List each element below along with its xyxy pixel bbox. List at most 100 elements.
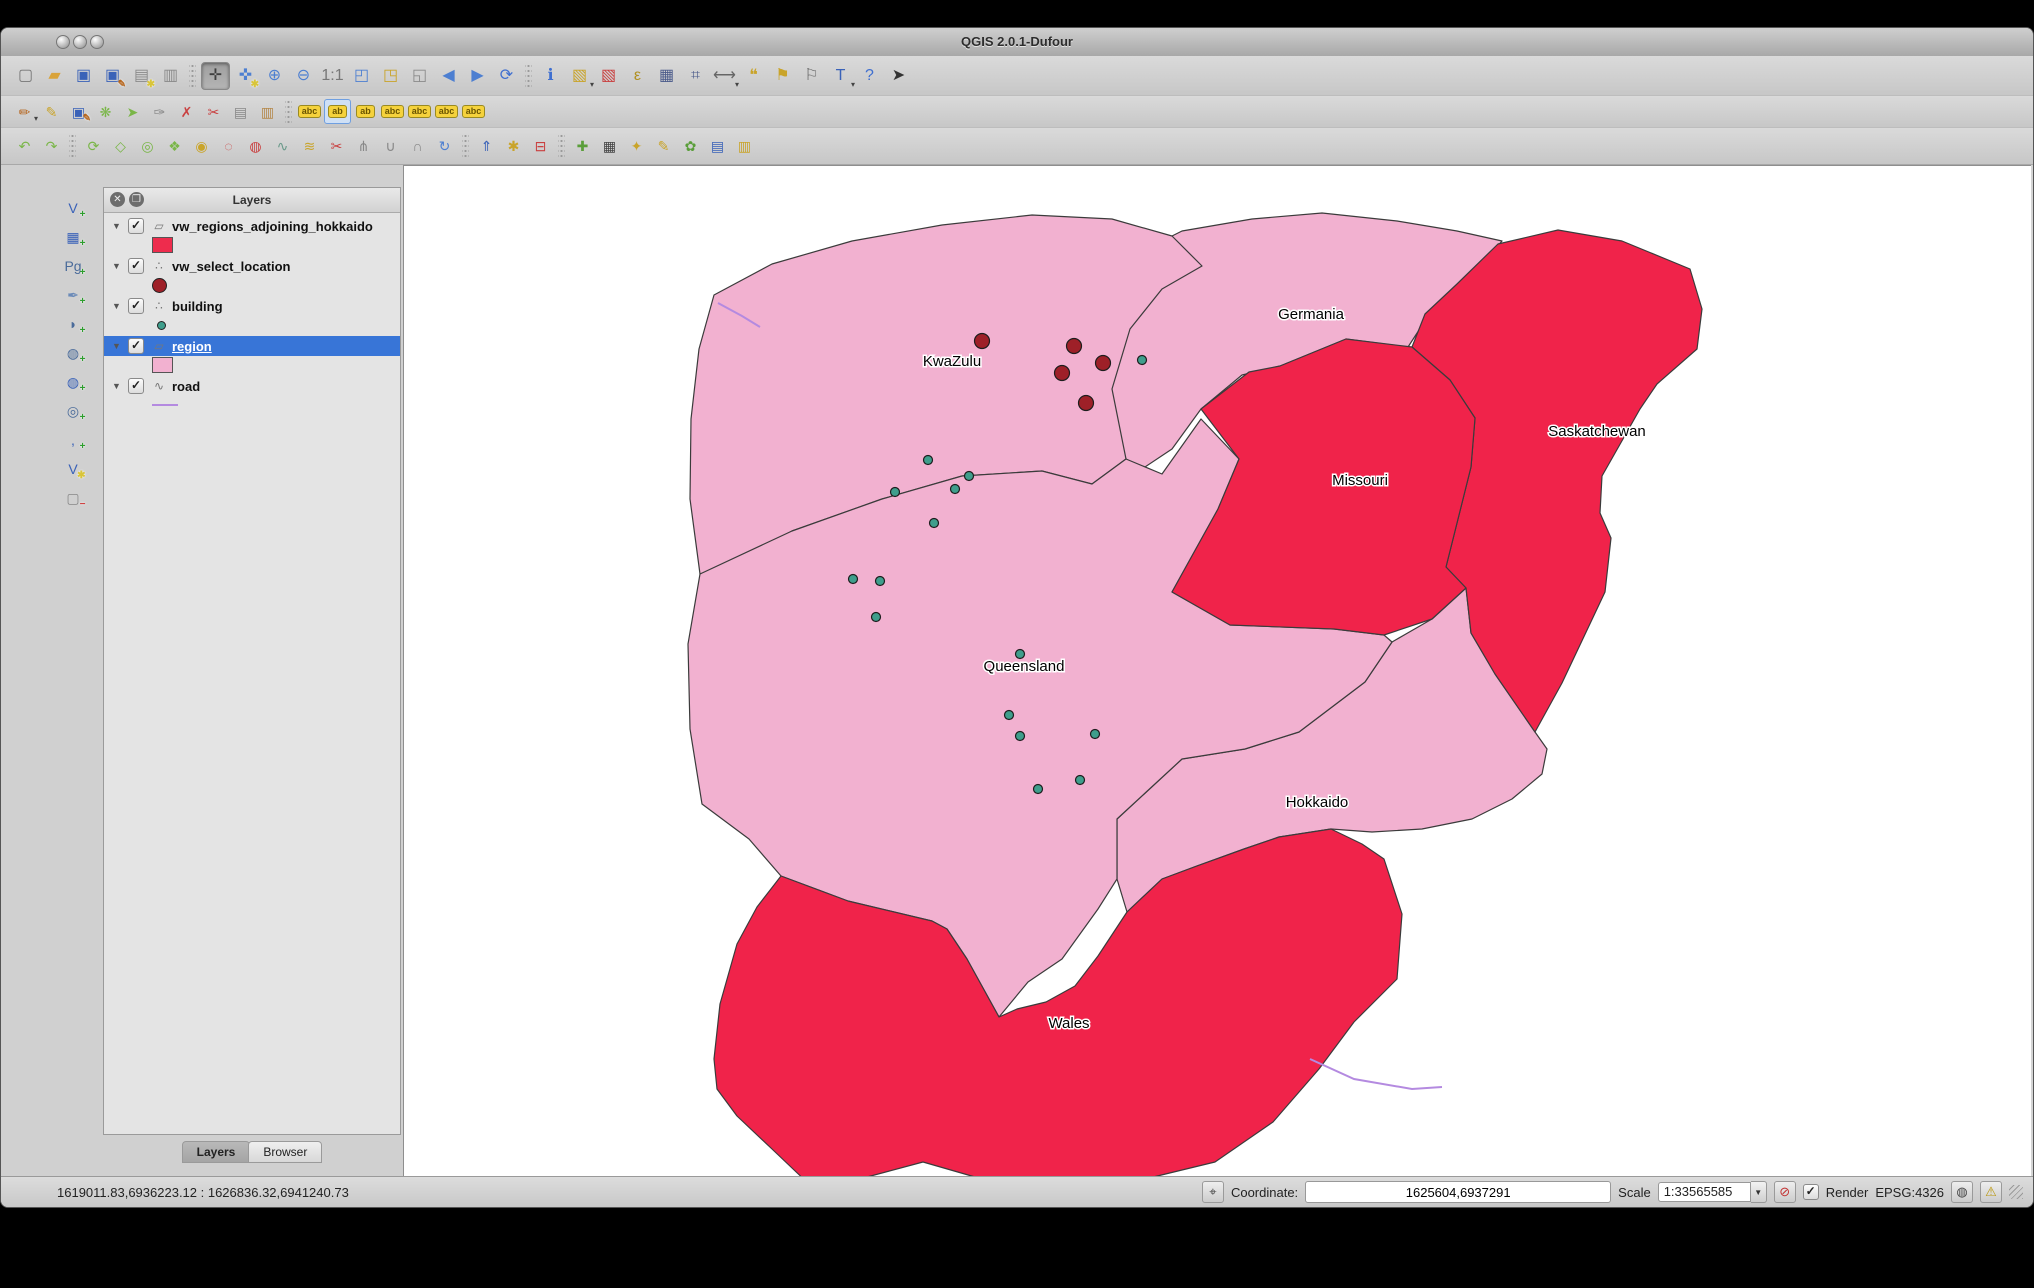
add-raster-layer-button[interactable]: ▦ + — [61, 225, 85, 250]
building-point[interactable] — [1014, 730, 1026, 742]
import-vector-tool-button[interactable]: ✚ — [570, 135, 595, 158]
db-drop-table-button[interactable]: ⊟ — [528, 135, 553, 158]
select-location-point[interactable] — [1065, 337, 1083, 355]
save-layer-edits-button[interactable]: ▣ ✎ — [66, 100, 91, 125]
open-attribute-table-button[interactable]: ▦ — [653, 63, 680, 89]
render-checkbox[interactable]: ✓ — [1802, 1184, 1819, 1200]
crs-status-globe-icon[interactable]: ◍ — [1951, 1181, 1973, 1203]
add-delimited-text-layer-button[interactable]: , + — [61, 428, 85, 453]
layer-row-building[interactable]: ▼ ✓ ∴ building — [104, 296, 400, 316]
building-point[interactable] — [874, 575, 886, 587]
fill-ring-button[interactable]: ◉ — [189, 135, 214, 158]
building-point[interactable] — [949, 483, 961, 495]
stop-rendering-icon[interactable]: ⊘ — [1773, 1181, 1796, 1203]
add-feature-button[interactable]: ❋ — [93, 100, 118, 123]
tab-layers[interactable]: Layers — [181, 1141, 251, 1163]
rotate-point-symbols-button[interactable]: ↻ — [432, 135, 457, 158]
new-vector-tool-button[interactable]: ✦ — [624, 135, 649, 158]
paste-features-button[interactable]: ▥ — [255, 100, 280, 123]
add-mssql-layer-button[interactable]: ◗ + — [61, 312, 86, 337]
layer-visibility-checkbox[interactable]: ✓ — [128, 378, 144, 394]
delete-part-button[interactable]: ◍ — [243, 135, 268, 158]
building-point[interactable] — [1032, 783, 1044, 795]
building-point[interactable] — [928, 517, 940, 529]
composer-manager-button[interactable]: ▥ — [157, 63, 184, 89]
select-location-point[interactable] — [973, 332, 991, 350]
deselect-all-button[interactable]: ▧ — [595, 63, 622, 89]
expander-triangle-icon[interactable]: ▼ — [112, 341, 122, 351]
merge-features-button[interactable]: ∪ — [378, 135, 403, 158]
scale-combo[interactable]: 1:33565585 ▼ — [1657, 1181, 1767, 1203]
pan-map-button[interactable]: ✛ — [201, 61, 230, 90]
db-import-layer-button[interactable]: ⇑ — [474, 135, 499, 158]
processing-toolbox-button[interactable]: ▤ — [705, 135, 730, 158]
select-by-expression-button[interactable]: ε — [624, 63, 651, 89]
whats-this-button[interactable]: ➤ — [885, 63, 912, 89]
pan-to-selection-button[interactable]: ✜ ✱ — [232, 63, 259, 90]
python-console-button[interactable]: ▥ — [732, 135, 757, 158]
select-location-point[interactable] — [1053, 364, 1071, 382]
building-point[interactable] — [963, 470, 975, 482]
help-button[interactable]: ? — [856, 63, 883, 89]
symbology-swatch[interactable] — [152, 237, 173, 253]
db-new-table-button[interactable]: ✱ — [501, 135, 526, 158]
change-label-button[interactable]: abc — [461, 100, 486, 123]
merge-attributes-button[interactable]: ∩ — [405, 135, 430, 158]
add-spatialite-layer-button[interactable]: ✒ + — [61, 283, 85, 308]
layer-visibility-checkbox[interactable]: ✓ — [128, 338, 144, 354]
current-edits-button[interactable]: ✏ ▾ — [12, 100, 38, 124]
save-project-button[interactable]: ▣ — [70, 63, 97, 89]
simplify-feature-button[interactable]: ◇ — [108, 135, 133, 158]
toggle-editing-button[interactable]: ✎ — [39, 100, 64, 123]
delete-selected-button[interactable]: ✗ — [174, 100, 199, 123]
symbology-swatch[interactable] — [152, 404, 178, 406]
split-features-button[interactable]: ✂ — [324, 135, 349, 158]
measure-button[interactable]: ⟷ ▾ — [711, 63, 739, 89]
map-tips-button[interactable]: ❝ — [740, 63, 767, 89]
new-print-composer-button[interactable]: ▤ ✱ — [128, 63, 155, 90]
new-project-button[interactable]: ▢ — [12, 63, 39, 89]
map-canvas[interactable]: Germania KwaZulu Hokkaido Queensland Saskatc… — [403, 165, 2031, 1190]
building-point[interactable] — [1003, 709, 1015, 721]
zoom-last-button[interactable]: ◀ — [435, 63, 462, 89]
select-features-button[interactable]: ▧ ▾ — [566, 63, 594, 89]
identify-features-button[interactable]: ℹ — [537, 63, 564, 89]
zoom-out-button[interactable]: ⊖ — [290, 63, 317, 89]
rotate-feature-button[interactable]: ⟳ — [81, 135, 106, 158]
edit-vector-tool-button[interactable]: ✎ — [651, 135, 676, 158]
building-point[interactable] — [847, 573, 859, 585]
zoom-to-selection-button[interactable]: ◳ — [377, 63, 404, 89]
save-project-as-button[interactable]: ▣ ✎ — [99, 63, 126, 90]
zoom-next-button[interactable]: ▶ — [464, 63, 491, 89]
expander-triangle-icon[interactable]: ▼ — [112, 261, 122, 271]
split-parts-button[interactable]: ⋔ — [351, 135, 376, 158]
symbology-swatch[interactable] — [157, 320, 166, 330]
building-point[interactable] — [922, 454, 934, 466]
new-shapefile-layer-button[interactable]: V ✱ — [61, 457, 85, 482]
copy-features-button[interactable]: ▤ — [228, 100, 253, 123]
add-wfs-layer-button[interactable]: ◎ + — [61, 399, 86, 424]
road-line[interactable] — [1309, 1058, 1443, 1091]
field-calculator-button[interactable]: ⌗ — [682, 63, 709, 89]
messages-warning-icon[interactable]: ⚠ — [1980, 1181, 2002, 1203]
layer-row-vw_regions_adjoining_hokkaido[interactable]: ▼ ✓ ▱ vw_regions_adjoining_hokkaido — [104, 216, 400, 236]
layer-visibility-checkbox[interactable]: ✓ — [128, 298, 144, 314]
add-wcs-layer-button[interactable]: ◍ + — [61, 370, 86, 395]
building-point[interactable] — [1089, 728, 1101, 740]
layer-row-road[interactable]: ▼ ✓ ∿ road — [104, 376, 400, 396]
offset-curve-button[interactable]: ≋ — [297, 135, 322, 158]
undo-button[interactable]: ↶ — [12, 135, 37, 158]
cut-features-button[interactable]: ✂ — [201, 100, 226, 123]
zoom-full-button[interactable]: ◰ — [348, 63, 375, 89]
add-vector-layer-button[interactable]: V + — [61, 196, 85, 221]
rotate-label-button[interactable]: abc — [434, 100, 459, 123]
move-feature-button[interactable]: ➤ — [120, 100, 145, 123]
add-postgis-layer-button[interactable]: Pg + — [61, 254, 85, 279]
tab-browser[interactable]: Browser — [248, 1141, 323, 1163]
select-location-point[interactable] — [1077, 394, 1095, 412]
open-project-button[interactable]: ▰ — [41, 63, 68, 89]
add-ring-button[interactable]: ◎ — [135, 135, 160, 158]
building-point[interactable] — [1136, 354, 1148, 366]
remove-layer-button[interactable]: ▢ − — [61, 486, 85, 511]
mouse-position-icon[interactable]: ⌖ — [1201, 1181, 1224, 1203]
